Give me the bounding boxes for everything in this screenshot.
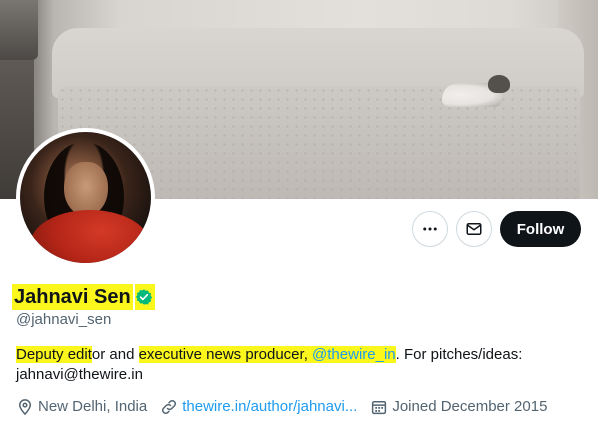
name-row: Jahnavi Sen xyxy=(12,284,155,310)
map-pin-icon xyxy=(18,399,32,416)
envelope-icon xyxy=(466,223,482,235)
avatar-scarf xyxy=(30,210,150,263)
banner-cat-head xyxy=(488,75,510,93)
calendar-icon xyxy=(372,401,387,415)
display-name: Jahnavi Sen xyxy=(12,284,133,310)
bio-text-highlighted: Deputy edit xyxy=(16,346,92,363)
ellipsis-icon xyxy=(423,227,437,231)
profile-meta: New Delhi, India thewire.in/author/jahna… xyxy=(16,397,560,417)
banner-lamp xyxy=(0,0,38,60)
bio-text-highlighted: executive news producer, xyxy=(138,346,313,363)
avatar-face xyxy=(64,162,108,216)
bio-mention-link[interactable]: @thewire_in xyxy=(312,346,396,363)
website-item[interactable]: thewire.in/author/jahnavi... xyxy=(160,397,357,417)
link-icon xyxy=(162,399,177,415)
bio-text: . For pitches/ideas: xyxy=(395,346,523,363)
follow-button[interactable]: Follow xyxy=(500,211,581,247)
message-button[interactable] xyxy=(456,211,492,247)
joined-item: Joined December 2015 xyxy=(370,397,547,417)
handle: @jahnavi_sen xyxy=(16,311,112,328)
bio: Deputy editor and executive news produce… xyxy=(16,345,586,385)
location-item: New Delhi, India xyxy=(16,397,147,417)
verified-badge-icon[interactable] xyxy=(134,284,155,310)
website-link[interactable]: thewire.in/author/jahnavi... xyxy=(182,397,357,417)
joined-text: Joined December 2015 xyxy=(392,398,548,415)
location-text: New Delhi, India xyxy=(38,398,148,415)
avatar[interactable] xyxy=(16,128,155,267)
more-button[interactable] xyxy=(412,211,448,247)
bio-email: jahnavi@thewire.in xyxy=(16,366,143,383)
bio-text: or and xyxy=(91,346,139,363)
